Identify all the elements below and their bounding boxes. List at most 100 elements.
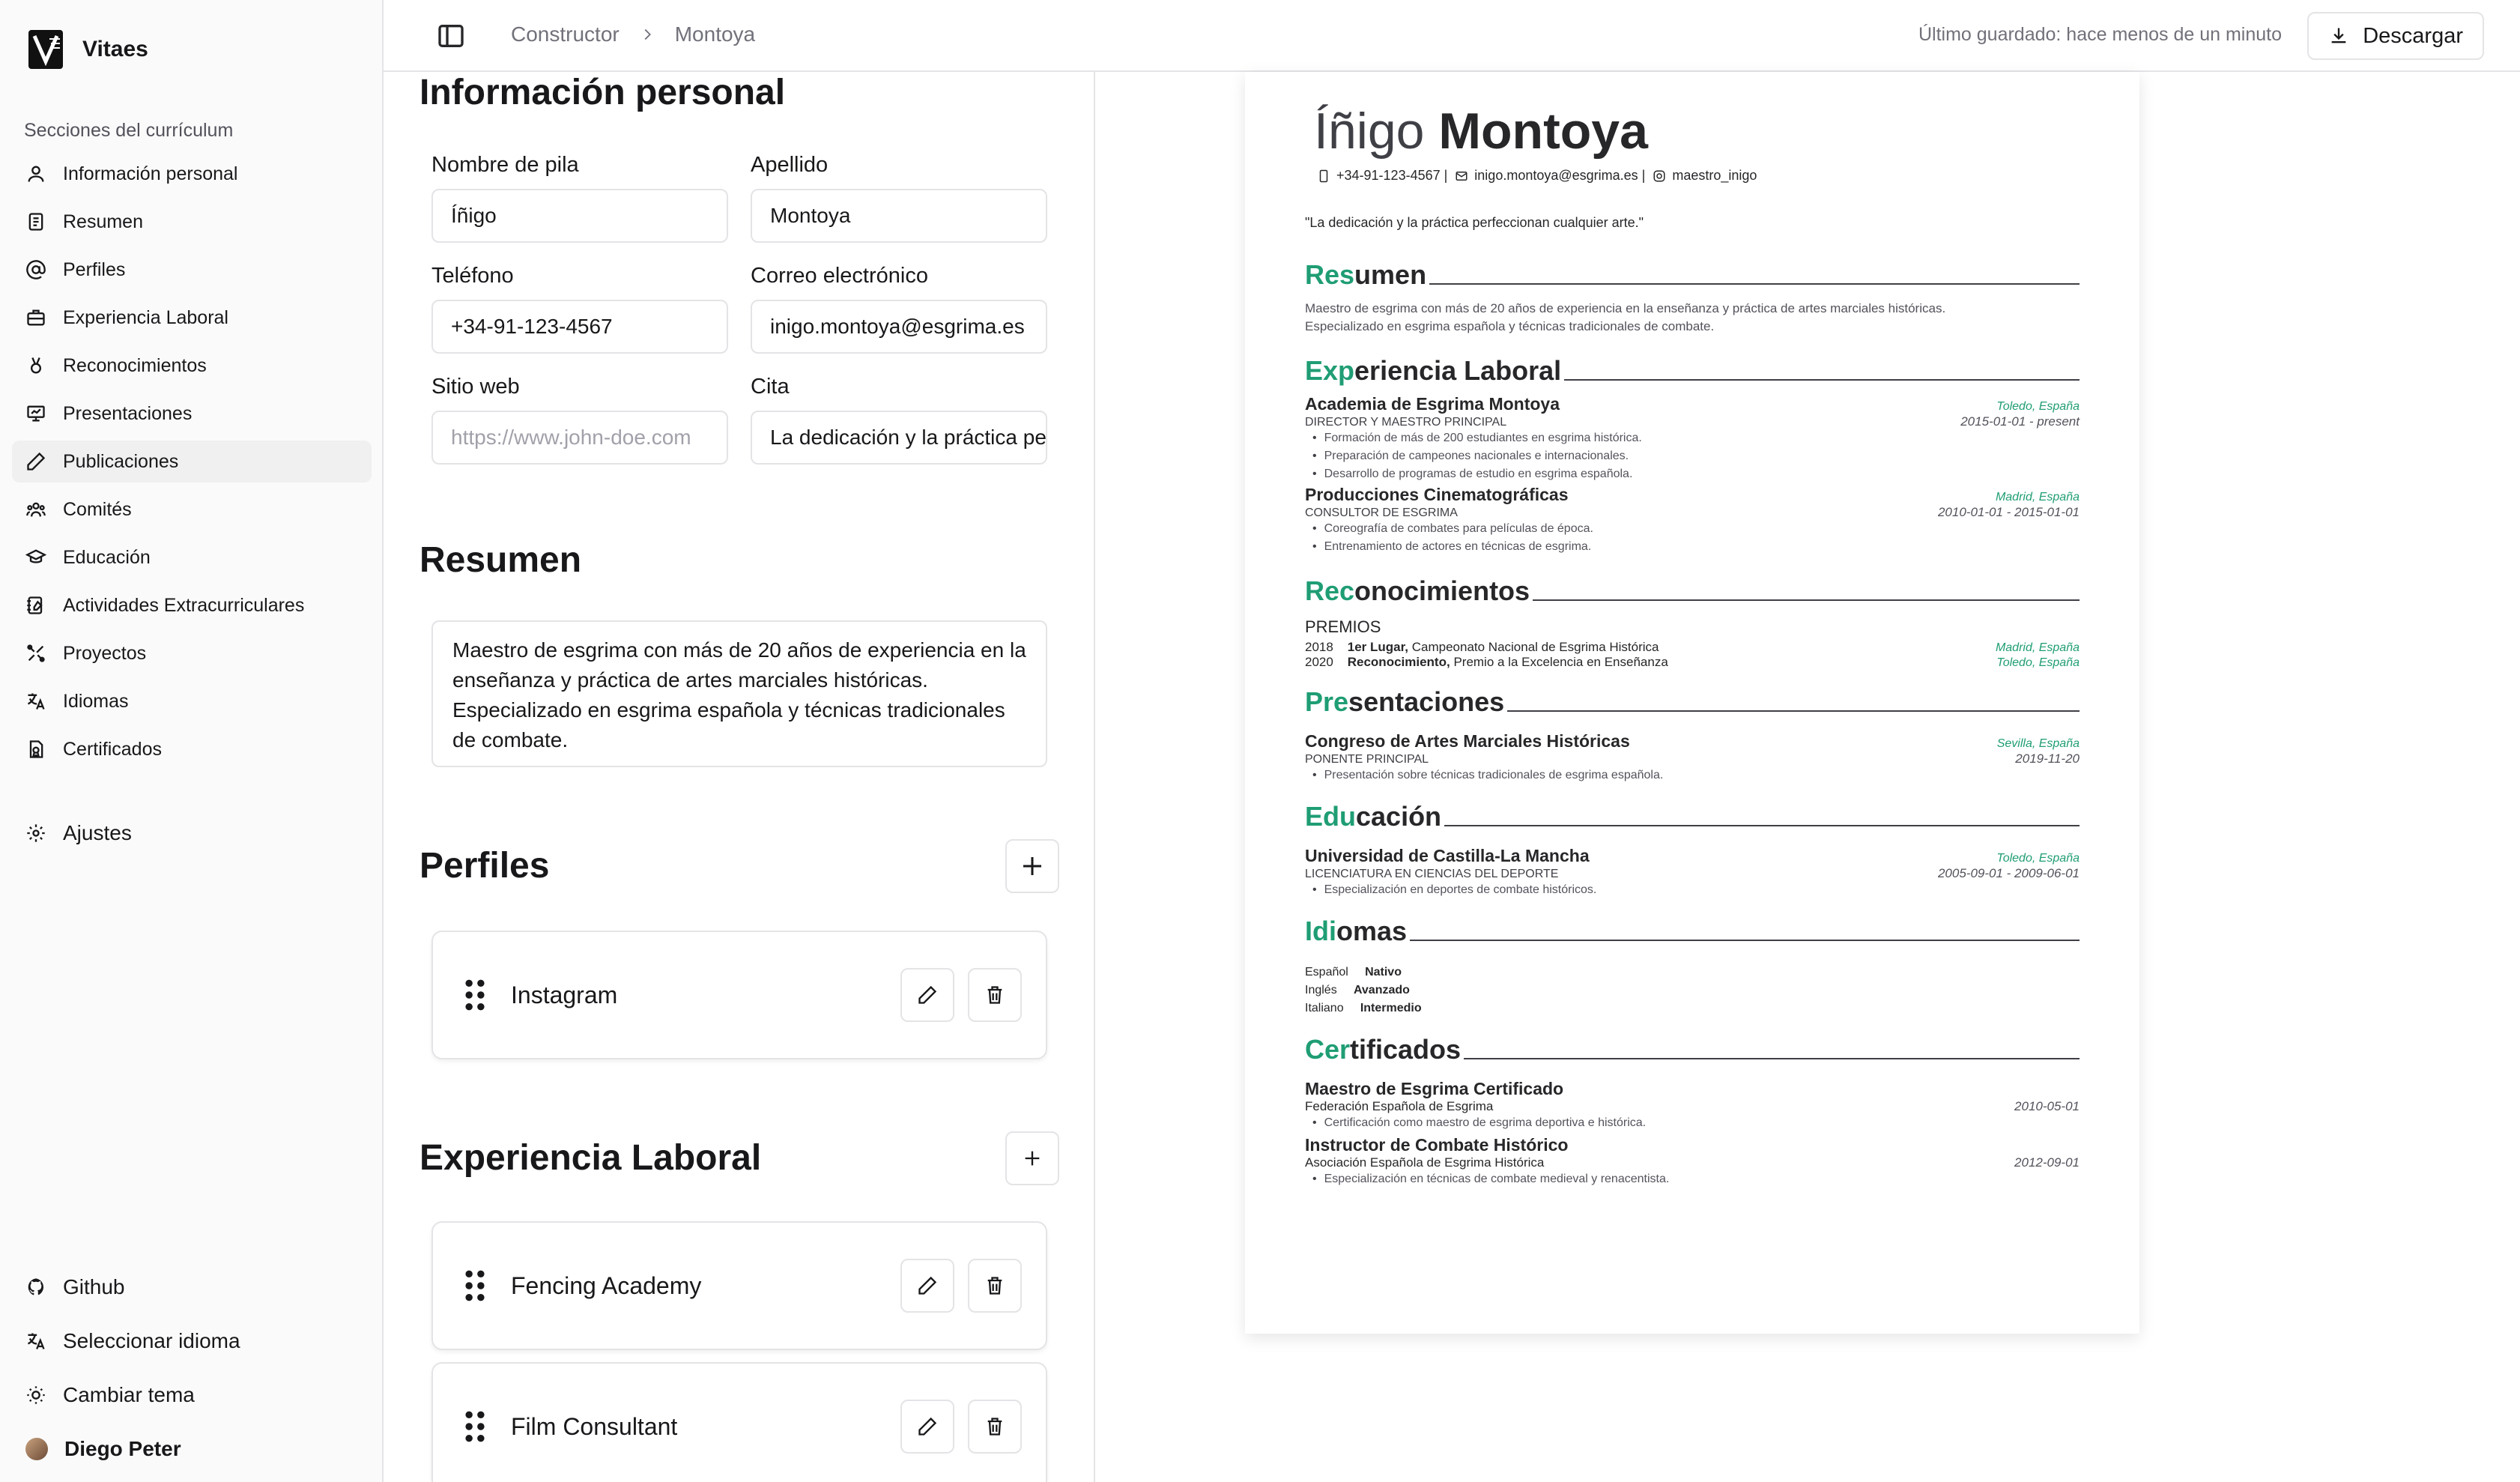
sidebar-item-education[interactable]: Educación [12,536,372,578]
date: 2015-01-01 - present [1960,414,2080,429]
location: Madrid, España [1995,491,2080,503]
award-title: 1er Lugar, [1347,640,1408,654]
presentation-icon [27,405,45,422]
section-title: sentaciones [1348,686,1505,717]
profiles-title: Perfiles [420,846,550,886]
section-accent: Exp [1305,355,1355,386]
sections-nav: Información personal Resumen Perfiles Ex… [12,153,372,776]
plus-icon [1023,857,1041,875]
edit-button[interactable] [900,1400,954,1454]
certificate-title: Maestro de Esgrima Certificado [1305,1079,1564,1098]
add-experience-button[interactable] [1005,1131,1059,1185]
brand[interactable]: Vitaes [27,28,148,70]
email-field[interactable]: inigo.montoya@esgrima.es [751,300,1047,354]
award-row: 2020 Reconocimiento, Premio a la Excelen… [1305,655,2080,670]
bullet: Entrenamiento de actores en técnicas de … [1312,538,2080,556]
drag-handle-icon[interactable] [463,1410,487,1443]
quote-field[interactable]: La dedicación y la práctica perfeccionan… [751,411,1047,465]
delete-button[interactable] [968,1400,1022,1454]
role: Director y Maestro Principal [1305,416,1507,429]
sidebar-item-profiles[interactable]: Perfiles [12,249,372,291]
sidebar-item-certificates[interactable]: Certificados [12,728,372,770]
trash-icon [987,1277,1002,1295]
sidebar-item-presentations[interactable]: Presentaciones [12,393,372,435]
section-title: tificados [1350,1034,1462,1065]
cv-section-summary: Res umen [1305,259,2080,291]
sidebar-item-experience[interactable]: Experiencia Laboral [12,297,372,339]
section-accent: Cer [1305,1034,1351,1065]
last-name-field[interactable]: Montoya [751,189,1047,243]
summary-textarea[interactable]: Maestro de esgrima con más de 20 años de… [431,620,1047,767]
profile-name: Instagram [511,981,618,1008]
sections-label: Secciones del currículum [24,120,234,141]
language-row: Italiano Intermedio [1305,999,2080,1017]
delete-button[interactable] [968,1259,1022,1313]
drag-handle-icon[interactable] [463,1269,487,1302]
sidebar-item-label: Idiomas [63,690,129,712]
download-button[interactable]: Descargar [2307,12,2484,60]
award-row: 2018 1er Lugar, Campeonato Nacional de E… [1305,640,2080,655]
language-row: Inglés Avanzado [1305,982,2080,999]
select-language-button[interactable]: Seleccionar idioma [12,1317,372,1365]
section-title: eriencia Laboral [1354,355,1562,386]
sidebar-item-label: Reconocimientos [63,354,207,376]
sidebar-item-projects[interactable]: Proyectos [12,632,372,674]
sidebar-item-label: Perfiles [63,258,126,280]
sidebar-item-label: Certificados [63,738,162,760]
phone-field[interactable]: +34-91-123-4567 [431,300,728,354]
pen-icon [27,452,46,471]
sidebar-item-extracurricular[interactable]: Actividades Extracurriculares [12,584,372,626]
github-link[interactable]: Github [12,1263,372,1311]
experience-title: Experiencia Laboral [420,1138,762,1178]
sidebar-item-personal-info[interactable]: Información personal [12,153,372,195]
notebook-pen-icon [27,596,43,614]
pencil-icon [918,985,937,1004]
website-field[interactable]: https://www.john-doe.com [431,411,728,465]
sidebar-item-languages[interactable]: Idiomas [12,680,372,722]
section-title: omas [1336,916,1408,946]
date: 2019-11-20 [2015,751,2080,766]
download-icon [2331,28,2346,43]
sidebar-item-label: Educación [63,546,151,568]
summary-line: Especializado en esgrima española y técn… [1305,319,1715,333]
cv-instagram: maestro_inigo [1672,168,1757,183]
edit-button[interactable] [900,968,954,1022]
user-menu[interactable]: Diego Peter [12,1425,372,1473]
change-theme-button[interactable]: Cambiar tema [12,1371,372,1419]
sidebar-item-summary[interactable]: Resumen [12,201,372,243]
app-name: Vitaes [82,37,148,61]
add-profile-button[interactable] [1005,839,1059,893]
section-title: umen [1354,259,1427,290]
cv-section-awards: Rec onocimientos [1305,575,2080,607]
first-name-label: Nombre de pila [431,153,579,177]
sidebar-item-awards[interactable]: Reconocimientos [12,345,372,387]
sidebar-item-settings[interactable]: Ajustes [12,812,372,854]
award-desc: Premio a la Excelencia en Enseñanza [1453,655,1668,669]
sidebar-footer: Github Seleccionar idioma Cambiar tema D… [12,1263,372,1479]
delete-button[interactable] [968,968,1022,1022]
sidebar-item-label: Experiencia Laboral [63,306,228,328]
edit-button[interactable] [900,1259,954,1313]
cv-section-certificates: Cer tificados [1305,1034,2080,1065]
drag-handle-icon[interactable] [463,979,487,1011]
org: Congreso de Artes Marciales Históricas [1305,731,1630,751]
cv-section-languages: Idi omas [1305,916,2080,947]
instagram-icon [1653,170,1665,181]
topbar: Constructor Montoya Último guardado: hac… [384,0,2520,72]
language: Español [1305,966,1348,979]
language: Italiano [1305,1002,1344,1014]
award-year: 2018 [1305,640,1333,654]
first-name-field[interactable]: Íñigo [431,189,728,243]
website-label: Sitio web [431,375,520,399]
user-icon [28,166,44,182]
location: Toledo, España [1996,852,2080,865]
sidebar-toggle-icon[interactable] [436,21,466,51]
settings-section: Ajustes [12,812,372,860]
sidebar-item-publications[interactable]: Publicaciones [12,441,372,483]
phone-icon [1319,169,1328,182]
certificate-issuer: Asociación Española de Esgrima Histórica [1305,1155,1545,1170]
location: Madrid, España [1995,641,2080,654]
sidebar-item-committees[interactable]: Comités [12,489,372,530]
breadcrumb-root[interactable]: Constructor [511,22,620,46]
section-title: cación [1356,801,1442,832]
